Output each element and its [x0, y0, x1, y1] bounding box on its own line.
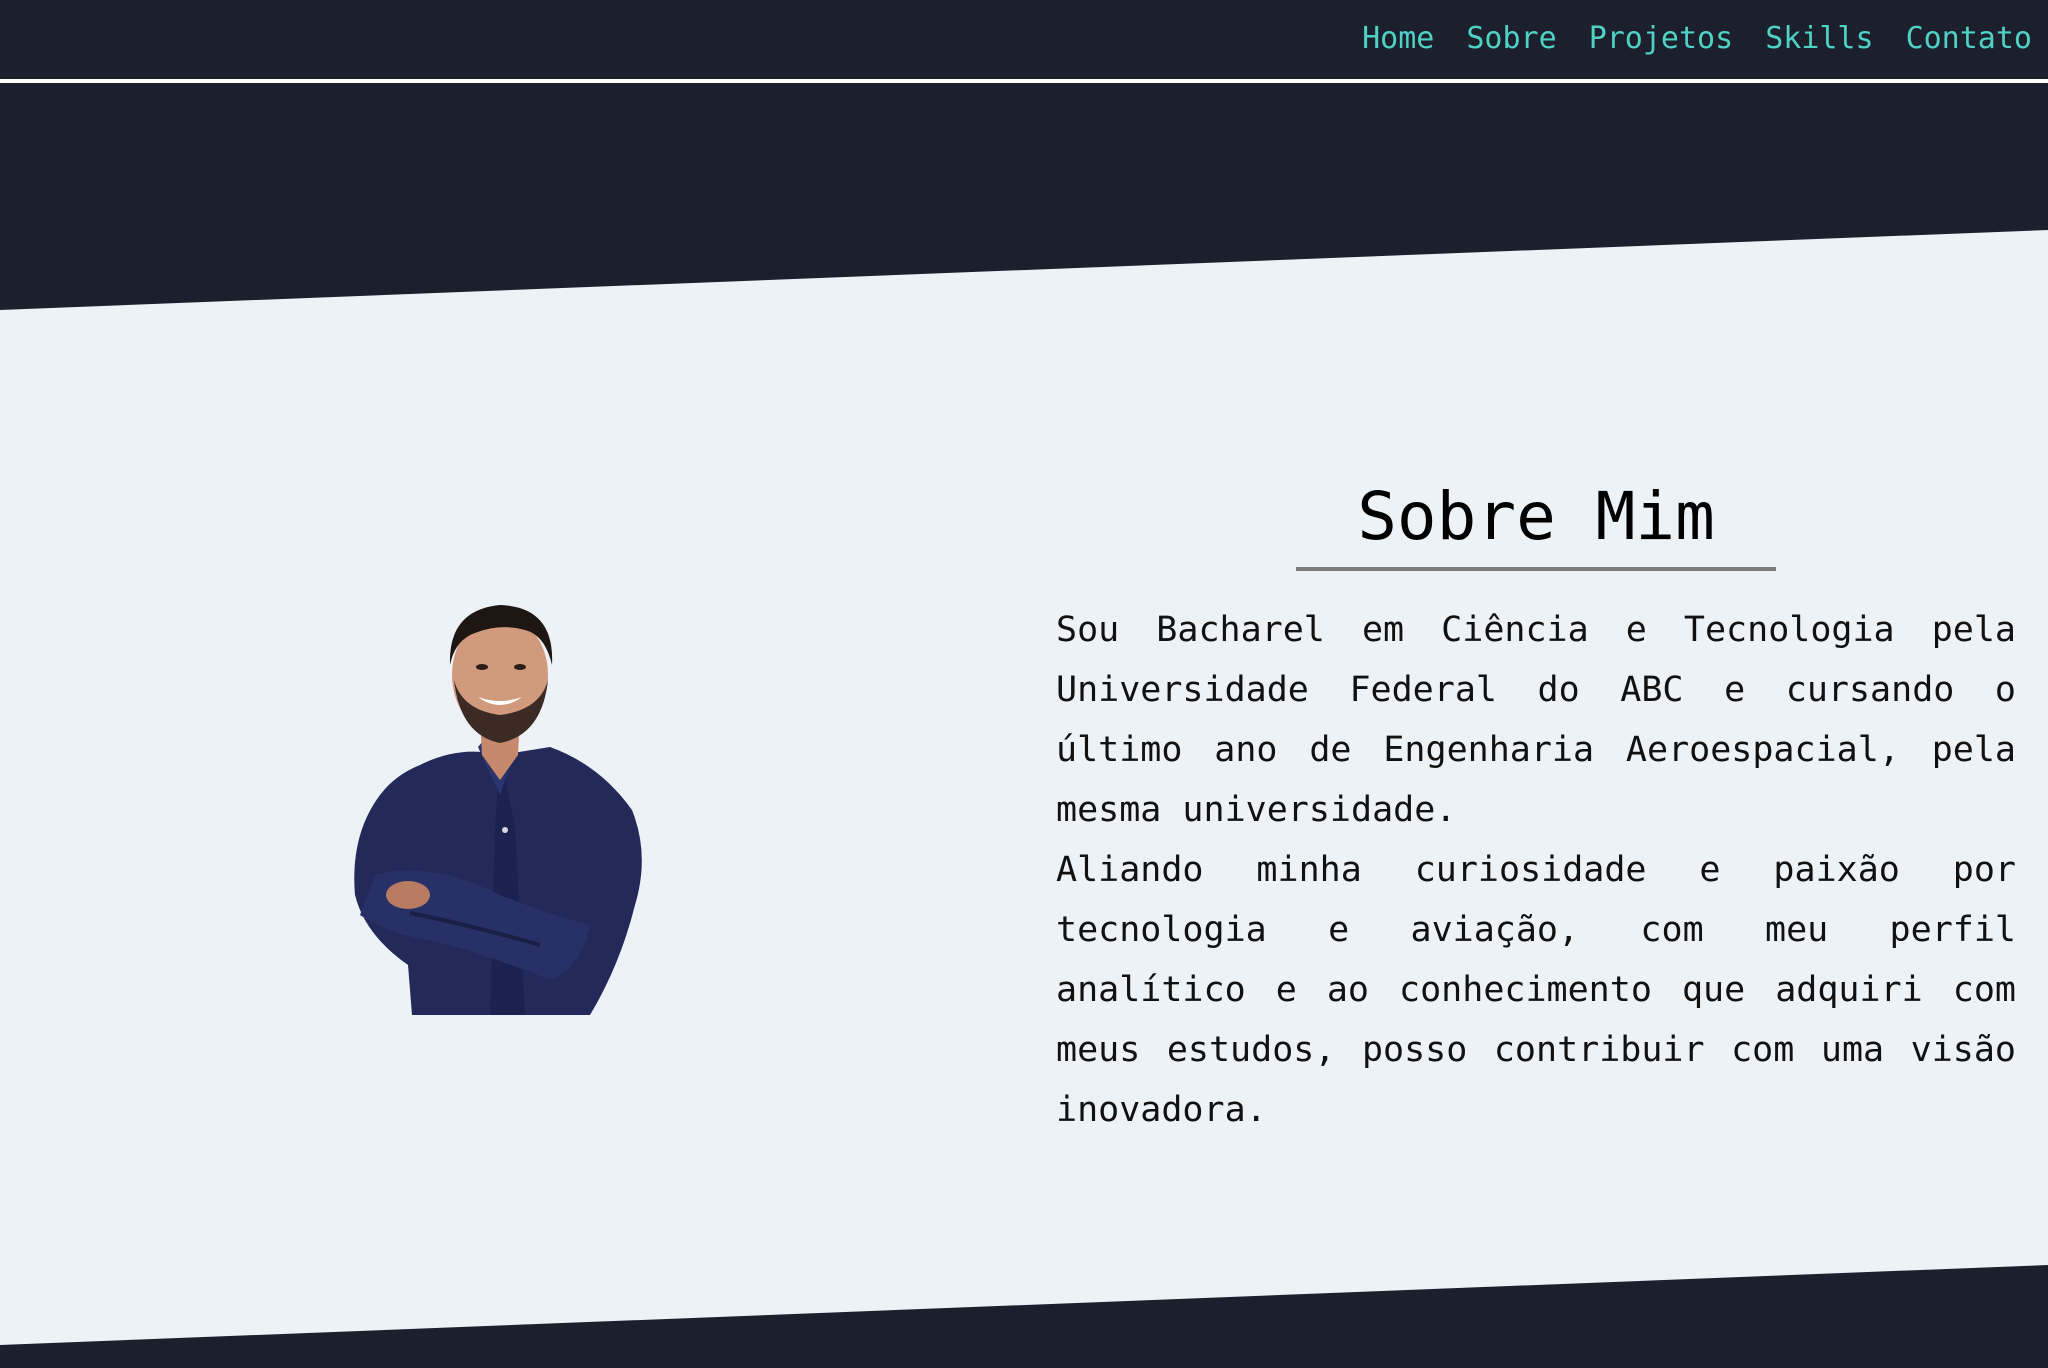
title-underline	[1296, 567, 1776, 571]
nav-item-projetos: Projetos	[1589, 18, 1734, 60]
profile-photo	[354, 605, 642, 1015]
about-text: Sou Bacharel em Ciência e Tecnologia pel…	[1056, 600, 2016, 1140]
nav-item-contato: Contato	[1906, 18, 2032, 60]
about-title: Sobre Mim	[1357, 478, 1715, 555]
nav-item-home: Home	[1362, 18, 1434, 60]
page: Home Sobre Projetos Skills Contato Sobre…	[0, 0, 2048, 1368]
nav-link-sobre[interactable]: Sobre	[1466, 21, 1556, 56]
about-paragraph-2: Aliando minha curiosidade e paixão por t…	[1056, 850, 2016, 1130]
nav-link-home[interactable]: Home	[1362, 21, 1434, 56]
nav-links: Home Sobre Projetos Skills Contato	[1362, 18, 2032, 60]
about-paragraph-1: Sou Bacharel em Ciência e Tecnologia pel…	[1056, 610, 2016, 830]
nav-link-skills[interactable]: Skills	[1765, 21, 1873, 56]
nav-item-sobre: Sobre	[1466, 18, 1556, 60]
nav-item-skills: Skills	[1765, 18, 1873, 60]
nav-link-contato[interactable]: Contato	[1906, 21, 2032, 56]
nav-link-projetos[interactable]: Projetos	[1589, 21, 1734, 56]
top-navbar: Home Sobre Projetos Skills Contato	[0, 0, 2048, 83]
